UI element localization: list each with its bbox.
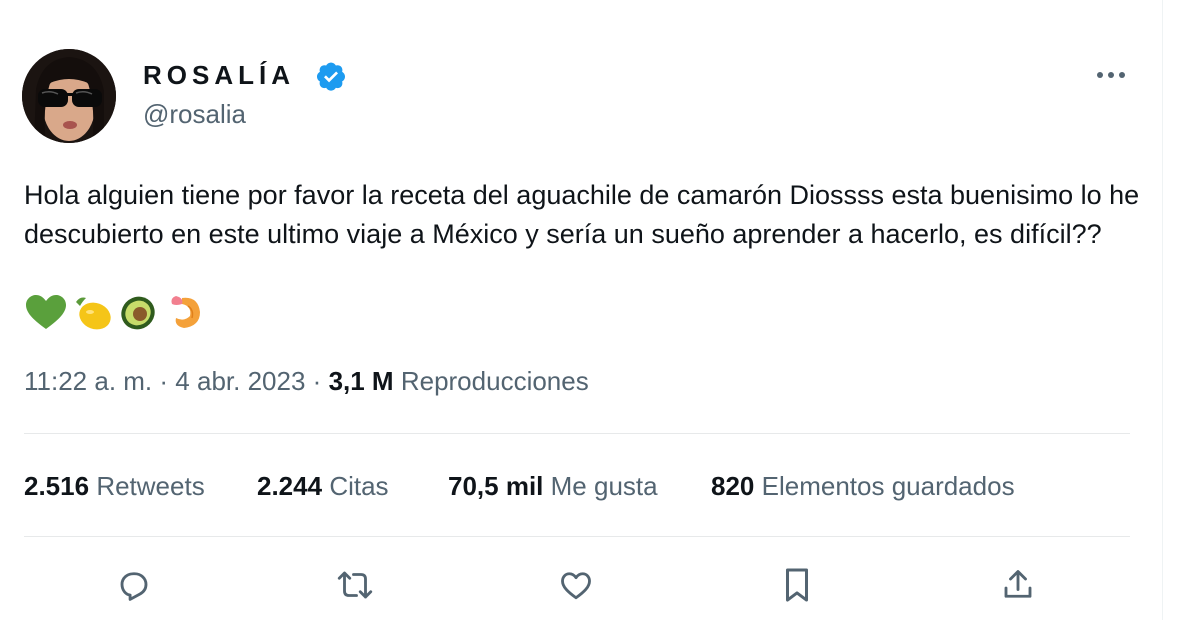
reply-icon bbox=[120, 572, 148, 601]
tweet-time[interactable]: 11:22 a. m. bbox=[24, 366, 152, 396]
meta-separator: · bbox=[312, 366, 322, 396]
quotes-stat[interactable]: 2.244 Citas bbox=[257, 470, 389, 502]
likes-label: Me gusta bbox=[550, 471, 658, 501]
retweets-stat[interactable]: 2.516 Retweets bbox=[24, 470, 205, 502]
retweets-label: Retweets bbox=[96, 471, 205, 501]
views-count: 3,1 M bbox=[328, 366, 394, 396]
quotes-label: Citas bbox=[329, 471, 389, 501]
bookmarks-label: Elementos guardados bbox=[761, 471, 1015, 501]
verified-badge-icon bbox=[317, 62, 345, 91]
quotes-count: 2.244 bbox=[257, 471, 323, 501]
share-icon bbox=[1004, 570, 1032, 598]
retweet-button[interactable] bbox=[333, 563, 377, 607]
tweet-meta: 11:22 a. m. · 4 abr. 2023 · 3,1 M Reprod… bbox=[24, 365, 589, 397]
more-options-button[interactable] bbox=[1091, 60, 1131, 90]
avatar[interactable] bbox=[22, 49, 116, 143]
tweet-card: ROSALÍA @rosalia Hola alguien tiene por … bbox=[0, 0, 1160, 620]
views-label: Reproducciones bbox=[400, 366, 589, 396]
reply-button[interactable] bbox=[112, 563, 156, 607]
retweet-icon bbox=[337, 571, 373, 599]
emoji-row bbox=[24, 292, 206, 332]
bookmarks-count: 820 bbox=[711, 471, 755, 501]
avocado-icon bbox=[116, 292, 160, 332]
meta-separator: · bbox=[159, 366, 169, 396]
tweet-text: Hola alguien tiene por favor la receta d… bbox=[24, 180, 1140, 249]
divider bbox=[24, 433, 1130, 434]
bookmarks-stat[interactable]: 820 Elementos guardados bbox=[711, 470, 1015, 502]
likes-stat[interactable]: 70,5 mil Me gusta bbox=[448, 470, 658, 502]
tweet-date[interactable]: 4 abr. 2023 bbox=[175, 366, 305, 396]
lemon-icon bbox=[70, 292, 114, 332]
bookmark-icon bbox=[785, 568, 809, 602]
green-heart-icon bbox=[24, 292, 68, 332]
bookmark-button[interactable] bbox=[775, 563, 819, 607]
display-name[interactable]: ROSALÍA bbox=[143, 60, 295, 90]
more-icon bbox=[1097, 72, 1125, 78]
like-icon bbox=[561, 572, 591, 600]
shrimp-icon bbox=[162, 292, 206, 332]
share-button[interactable] bbox=[996, 563, 1040, 607]
retweets-count: 2.516 bbox=[24, 471, 90, 501]
likes-count: 70,5 mil bbox=[448, 471, 544, 501]
like-button[interactable] bbox=[554, 563, 598, 607]
divider bbox=[24, 536, 1130, 537]
column-border bbox=[1162, 0, 1163, 620]
user-handle[interactable]: @rosalia bbox=[143, 99, 246, 129]
